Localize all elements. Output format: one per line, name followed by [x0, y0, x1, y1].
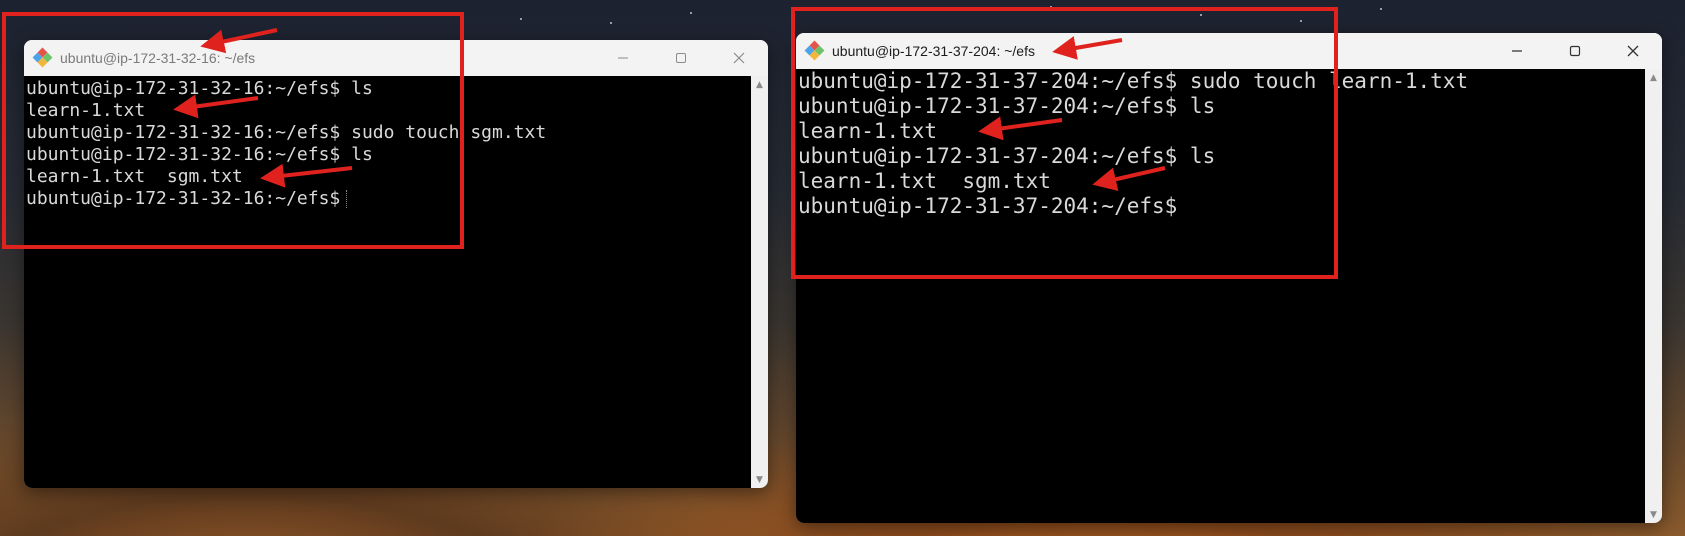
close-icon	[733, 52, 745, 64]
close-button[interactable]	[1604, 33, 1662, 69]
vertical-scrollbar[interactable]: ▲ ▼	[751, 76, 768, 488]
maximize-button[interactable]	[1546, 33, 1604, 69]
annotation-box-right	[791, 7, 1338, 279]
maximize-icon	[676, 53, 686, 63]
scroll-down-icon[interactable]: ▼	[1645, 506, 1662, 523]
maximize-button[interactable]	[652, 40, 710, 76]
scroll-down-icon[interactable]: ▼	[751, 471, 768, 488]
vertical-scrollbar[interactable]: ▲ ▼	[1645, 69, 1662, 523]
minimize-icon	[1512, 50, 1522, 52]
close-button[interactable]	[710, 40, 768, 76]
minimize-button[interactable]	[1488, 33, 1546, 69]
maximize-icon	[1569, 45, 1581, 57]
minimize-icon	[618, 57, 628, 59]
scroll-up-icon[interactable]: ▲	[1645, 69, 1662, 86]
scroll-up-icon[interactable]: ▲	[751, 76, 768, 93]
minimize-button[interactable]	[594, 40, 652, 76]
close-icon	[1627, 45, 1639, 57]
annotation-box-left	[2, 12, 464, 249]
